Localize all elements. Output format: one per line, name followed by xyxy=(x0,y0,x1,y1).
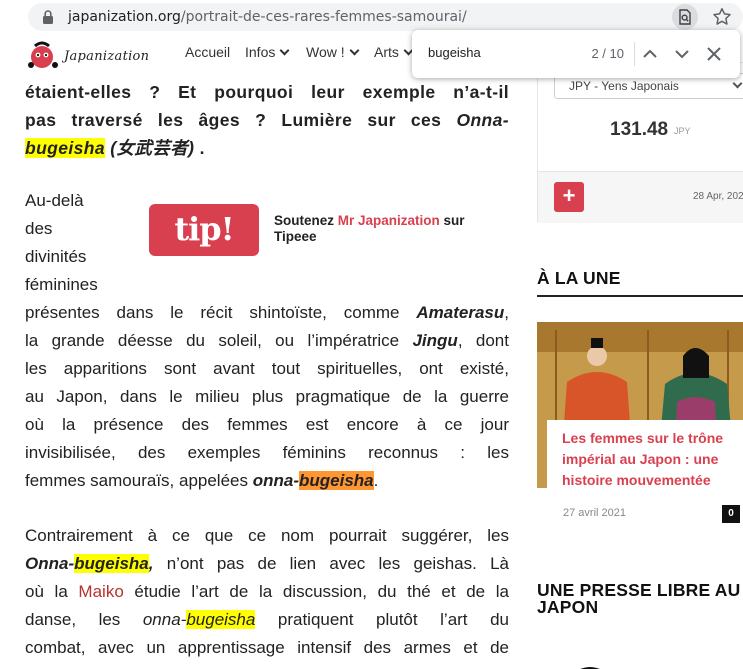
nav-item-wow[interactable]: Wow ! xyxy=(306,44,360,60)
close-icon[interactable] xyxy=(702,42,726,66)
text: la grande déesse du soleil, ou l’impérat… xyxy=(25,331,413,350)
press-thumbnail-icon xyxy=(580,667,600,669)
paragraph-line: présentes dans le récit shintoïste, comm… xyxy=(25,299,509,327)
rate-date: 28 Apr, 2021 xyxy=(693,191,743,202)
intro-line: bugeisha (女武芸者) . xyxy=(25,134,509,162)
chevron-down-icon xyxy=(349,45,360,56)
paragraph-2: Contrairement à ce que ce nom pourrait s… xyxy=(25,522,509,662)
bookmark-star-icon[interactable] xyxy=(711,6,733,28)
nav-item-accueil[interactable]: Accueil xyxy=(185,44,230,60)
paragraph-line: invisibilisée, des exemples féminins rec… xyxy=(25,443,509,462)
paragraph-1: présentes dans le récit shintoïste, comm… xyxy=(25,299,509,495)
float-word: des xyxy=(25,219,53,238)
find-in-page-icon xyxy=(679,9,691,25)
emphasis: Onna- xyxy=(25,554,75,573)
section-divider xyxy=(537,295,743,297)
emphasis: onna- xyxy=(142,610,187,629)
maiko-link[interactable]: Maiko xyxy=(78,582,123,601)
paragraph-line: Onna-bugeisha, n’ont pas de lien avec le… xyxy=(25,550,509,578)
text: étudie l’art de la discussion, du thé et… xyxy=(123,582,509,601)
site-logo[interactable]: Japanization xyxy=(26,40,150,70)
chevron-down-icon xyxy=(732,78,743,89)
text: , dont xyxy=(457,331,509,350)
currency-widget: JPY - Yens Japonais 131.48 JPY + 28 Apr,… xyxy=(537,62,743,223)
chevron-down-icon[interactable] xyxy=(670,42,694,66)
paragraph-line: où la Maiko étudie l’art de la discussio… xyxy=(25,578,509,606)
featured-article-title[interactable]: Les femmes sur le trône impérial au Japo… xyxy=(547,420,743,498)
chevron-up-icon[interactable] xyxy=(638,42,662,66)
exchange-rate-unit: JPY xyxy=(674,126,691,136)
comment-count-badge[interactable]: 0 xyxy=(722,505,740,523)
paragraph-line: où la présence des femmes est encore à c… xyxy=(25,415,509,434)
chevron-down-icon xyxy=(279,45,290,56)
float-word: divinités xyxy=(25,247,87,266)
find-divider xyxy=(634,42,635,66)
search-highlight-current: bugeisha xyxy=(299,471,374,490)
logo-mascot-icon xyxy=(28,41,58,68)
intro-emphasis: Onna- xyxy=(456,110,509,130)
nav-item-wow-label: Wow ! xyxy=(306,44,345,60)
intro-line: pas traversé les âges ? Lumière sur ces … xyxy=(25,106,509,134)
find-bar: 2 / 10 xyxy=(412,30,740,78)
tipeee-caption: Soutenez Mr Japanization sur Tipeee xyxy=(274,213,510,245)
paragraph-line: danse, les onna-bugeisha pratiquent plut… xyxy=(25,606,509,634)
paragraph-line: au Japon, dans le milieu plus pragmatiqu… xyxy=(25,387,509,406)
browser-toolbar: japanization.org/portrait-de-ces-rares-f… xyxy=(0,0,743,34)
paragraph-line: femmes samouraïs, appelées onna-bugeisha… xyxy=(25,467,509,495)
text: présentes dans le récit shintoïste, comm… xyxy=(25,303,417,322)
search-highlight: bugeisha xyxy=(186,610,256,629)
logo-text: Japanization xyxy=(64,49,150,64)
address-bar[interactable]: japanization.org/portrait-de-ces-rares-f… xyxy=(28,3,743,31)
url-path: /portrait-de-ces-rares-femmes-samourai/ xyxy=(180,9,467,25)
emphasis: onna- xyxy=(252,471,299,490)
exchange-rate-value: 131.48 xyxy=(610,119,669,140)
search-highlight: bugeisha xyxy=(74,554,149,573)
kanji-text: (女武芸者) xyxy=(105,138,195,158)
text: femmes samouraïs, appelées xyxy=(25,471,253,490)
intro-text: pas traversé les âges ? Lumière sur ces xyxy=(25,110,457,130)
section-title-a-la-une: À LA UNE xyxy=(537,268,621,288)
lock-icon[interactable] xyxy=(42,9,54,25)
find-input[interactable] xyxy=(428,45,568,60)
section-title-presse-libre: UNE PRESSE LIBRE AU JAPON xyxy=(537,580,741,617)
nav-item-arts-label: Arts xyxy=(374,44,399,60)
nav-item-arts[interactable]: Arts xyxy=(374,44,414,60)
article-intro: étaient-elles ? Et pourquoi leur exemple… xyxy=(25,78,509,162)
tipeee-logo-text: tip! xyxy=(174,210,234,248)
emphasis: Jingu xyxy=(412,331,458,350)
text: n’ont pas de lien avec les geishas. Là xyxy=(153,554,509,573)
find-match-count: 2 / 10 xyxy=(591,46,624,61)
paragraph-line: les apparitions sont avant tout spiritue… xyxy=(25,359,509,378)
currency-select-value: JPY - Yens Japonais xyxy=(569,79,679,93)
url-domain: japanization.org xyxy=(68,9,181,25)
text: pratiquent plutôt l’art du xyxy=(255,610,509,629)
widget-footer: + 28 Apr, 2021 xyxy=(538,171,743,223)
paragraph-line: la grande déesse du soleil, ou l’impérat… xyxy=(25,327,509,355)
intro-line: étaient-elles ? Et pourquoi leur exemple… xyxy=(25,82,509,102)
search-highlight: bugeisha xyxy=(25,138,106,158)
text: . xyxy=(373,471,379,490)
add-currency-button[interactable]: + xyxy=(554,182,584,212)
nav-item-infos[interactable]: Infos xyxy=(245,44,290,60)
float-word: Au-delà xyxy=(25,191,84,210)
nav-item-infos-label: Infos xyxy=(245,44,276,60)
paragraph-line: combat, avec un apprentissage intensif d… xyxy=(25,638,509,657)
tip-link[interactable]: Mr Japanization xyxy=(338,213,440,228)
find-in-page-button[interactable] xyxy=(672,4,698,30)
text: où la xyxy=(25,582,79,601)
text: danse, les xyxy=(25,610,143,629)
featured-article-date: 27 avril 2021 xyxy=(563,507,626,519)
tip-caption-pre: Soutenez xyxy=(274,213,338,228)
text: , xyxy=(504,303,509,322)
paragraph-line: Contrairement à ce que ce nom pourrait s… xyxy=(25,526,509,545)
emphasis: Amaterasu xyxy=(416,303,505,322)
tipeee-logo[interactable]: tip! xyxy=(149,204,259,256)
float-word: féminines xyxy=(25,275,98,294)
intro-end: . xyxy=(194,138,205,158)
url-text[interactable]: japanization.org/portrait-de-ces-rares-f… xyxy=(68,8,467,26)
